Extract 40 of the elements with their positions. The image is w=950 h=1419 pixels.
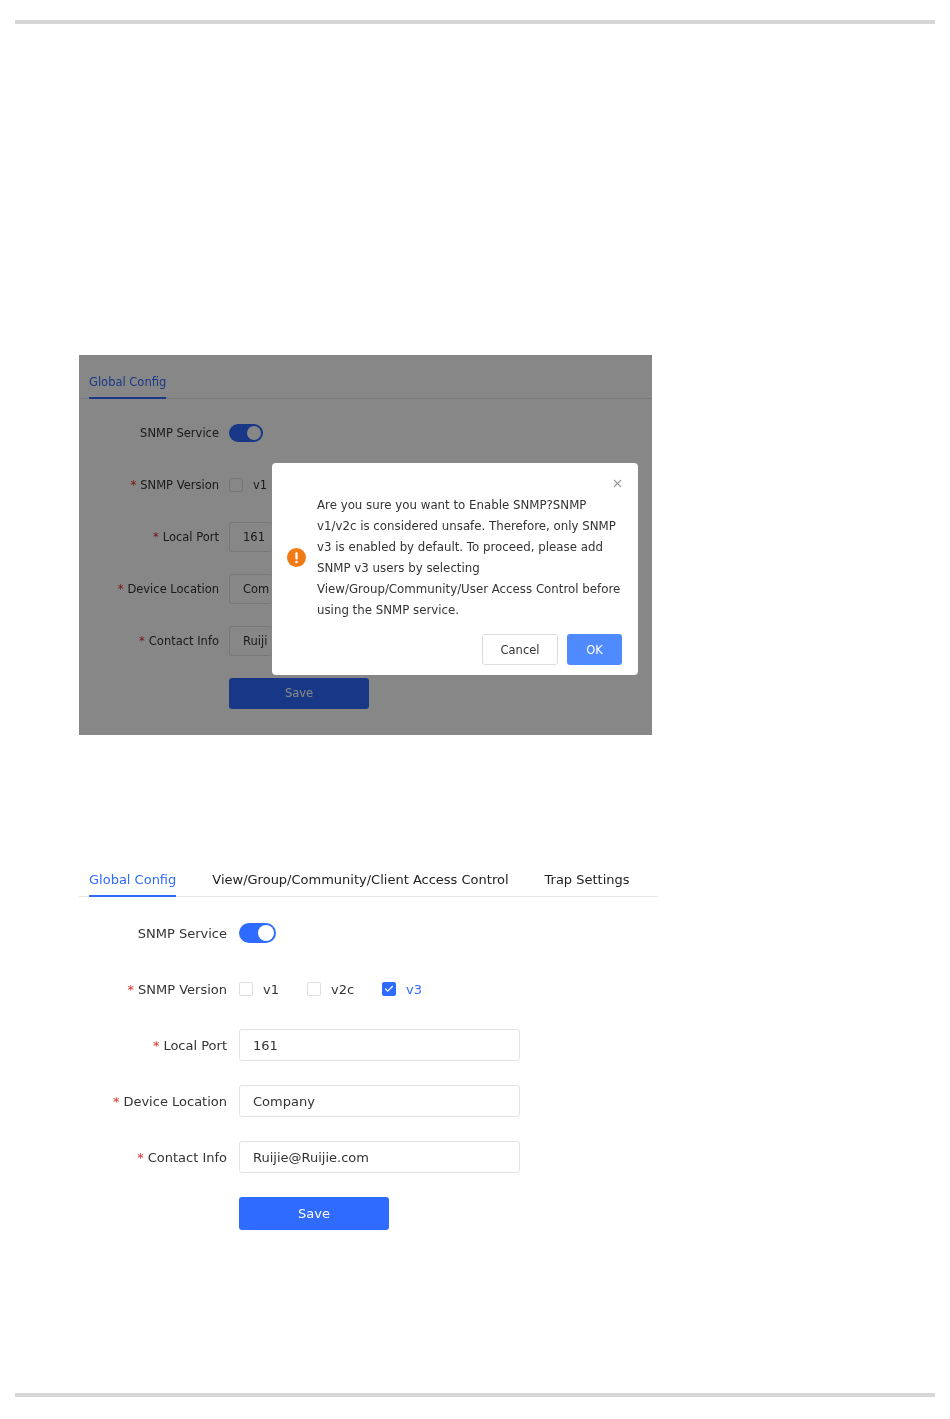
- option-label: v1: [253, 478, 268, 492]
- checkbox[interactable]: [382, 982, 397, 996]
- field-label: * Contact Info: [138, 634, 219, 648]
- save-button[interactable]: Save: [229, 677, 369, 709]
- required-mark: *: [139, 634, 145, 648]
- field-label: SNMP Service: [136, 925, 227, 941]
- field-label: * Device Location: [116, 582, 219, 596]
- close-icon[interactable]: [611, 477, 624, 490]
- option-label: v3: [406, 981, 423, 997]
- required-mark: *: [117, 582, 124, 596]
- input-field[interactable]: 161: [239, 1029, 520, 1061]
- ok-button[interactable]: OK: [567, 634, 622, 665]
- required-mark: *: [153, 530, 159, 544]
- tab[interactable]: Trap Settings: [544, 872, 630, 897]
- tab[interactable]: Global Config: [89, 375, 167, 399]
- tab[interactable]: Global Config: [89, 872, 177, 897]
- required-mark: *: [127, 981, 135, 997]
- field-label: * Device Location: [111, 1093, 227, 1109]
- field-label: * SNMP Version: [129, 478, 219, 492]
- field-label: * Local Port: [152, 530, 219, 544]
- save-button[interactable]: Save: [239, 1196, 389, 1230]
- option-label: v2c: [330, 981, 355, 997]
- field-label: * Contact Info: [136, 1149, 227, 1165]
- check-icon: [384, 984, 395, 994]
- input-field[interactable]: Ruijie@Ruijie.com: [239, 1141, 520, 1173]
- tab[interactable]: View/Group/Community/Client Access Control: [212, 872, 509, 897]
- dialog-message: Are you sure you want to Enable SNMP?SNMP v1/v2c is considered unsafe. Therefore, only SNMP v3 is enabled by default. To proceed, please add SNMP v3 users by selecting View/Group/Community/User Access Control before using the SNMP service.: [317, 497, 622, 619]
- cancel-button[interactable]: Cancel: [482, 634, 558, 665]
- required-mark: *: [112, 1093, 120, 1109]
- warning-icon: [287, 548, 306, 567]
- field-label: SNMP Service: [139, 426, 219, 440]
- required-mark: *: [152, 1037, 160, 1053]
- toggle-switch[interactable]: [229, 424, 263, 442]
- field-label: * SNMP Version: [126, 981, 227, 997]
- toggle-switch[interactable]: [239, 923, 276, 943]
- required-mark: *: [137, 1149, 144, 1165]
- field-label: * Local Port: [151, 1037, 227, 1053]
- option-label: v1: [263, 981, 279, 997]
- input-field[interactable]: Company: [239, 1085, 520, 1117]
- required-mark: *: [130, 478, 137, 492]
